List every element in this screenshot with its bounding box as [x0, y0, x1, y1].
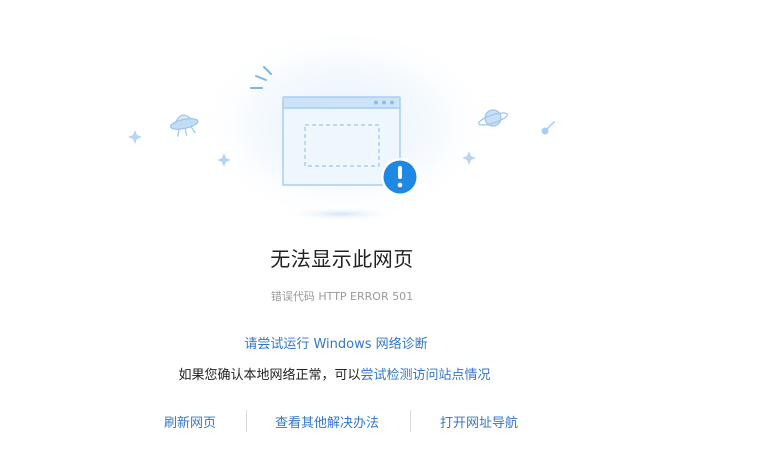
site-check-prefix: 如果您确认本地网络正常，可以: [178, 368, 361, 383]
action-bar: 刷新网页 查看其他解决办法 打开网址导航: [0, 410, 757, 434]
page-title: 无法显示此网页: [270, 247, 414, 271]
error-page: 无法显示此网页 错误代码 HTTP ERROR 501 请尝试运行 Window…: [0, 0, 757, 455]
site-check-link[interactable]: 尝试检测访问站点情况: [361, 368, 491, 383]
divider: [246, 410, 247, 432]
site-check-line: 如果您确认本地网络正常，可以尝试检测访问站点情况: [0, 364, 669, 383]
error-code: 错误代码 HTTP ERROR 501: [270, 290, 414, 303]
comet-icon: [541, 121, 555, 135]
error-illustration: [128, 25, 555, 225]
divider: [410, 410, 411, 432]
alert-exclamation-icon: [381, 158, 419, 196]
other-solutions-link[interactable]: 查看其他解决办法: [275, 412, 379, 431]
refresh-page-link[interactable]: 刷新网页: [164, 412, 216, 431]
open-navigation-link[interactable]: 打开网址导航: [440, 412, 518, 431]
windows-diagnostics-link[interactable]: 请尝试运行 Windows 网络诊断: [0, 333, 672, 352]
floor-shadow: [281, 207, 401, 221]
